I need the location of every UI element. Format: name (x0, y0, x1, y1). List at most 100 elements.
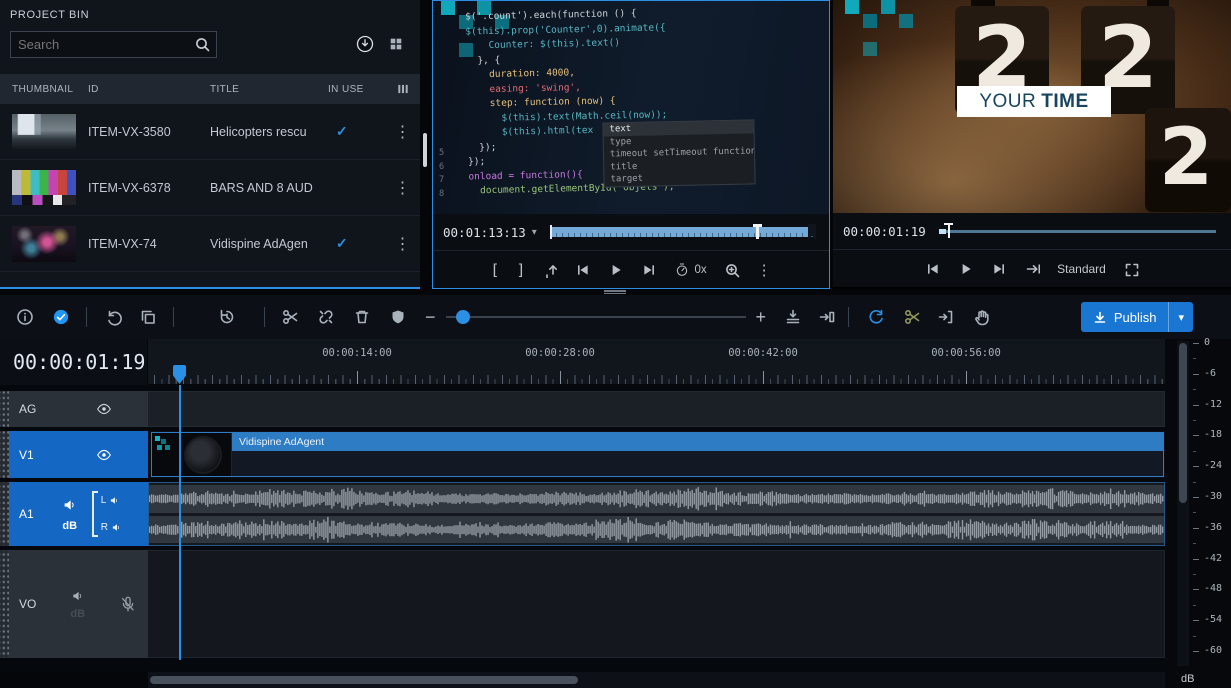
track-a1-header[interactable]: A1 dB L (0, 482, 148, 546)
source-playhead-handle[interactable] (753, 224, 762, 240)
history-restore-icon[interactable] (218, 308, 236, 326)
search-box[interactable] (10, 31, 217, 58)
mark-in-button[interactable]: [ (490, 261, 499, 279)
insert-point-icon[interactable] (937, 308, 955, 326)
play-button[interactable] (958, 261, 974, 277)
info-icon[interactable] (16, 308, 34, 326)
bin-row-helicopters[interactable]: ITEM-VX-3580 Helicopters rescu ✓ ⋮ (0, 104, 420, 160)
skip-next-button[interactable] (641, 262, 657, 278)
column-title[interactable]: TITLE (210, 84, 328, 95)
db-value-label: -54 (1204, 614, 1222, 625)
program-playhead-handle[interactable] (944, 223, 953, 239)
microphone-muted-icon[interactable] (118, 594, 138, 614)
publish-dropdown-caret[interactable]: ▾ (1168, 302, 1193, 332)
import-circle-icon[interactable] (355, 34, 375, 54)
zoom-slider-knob[interactable] (456, 310, 470, 324)
bin-scrollbar[interactable] (420, 0, 432, 289)
track-a1: A1 dB L (0, 482, 1165, 546)
channel-right[interactable]: R (101, 522, 122, 533)
visibility-eye-icon[interactable] (96, 447, 112, 463)
drag-handle-icon[interactable] (0, 482, 9, 546)
db-button[interactable]: dB (62, 520, 77, 532)
bin-row-bars[interactable]: ITEM-VX-6378 BARS AND 8 AUD ⋮ (0, 160, 420, 216)
db-button[interactable]: dB (70, 608, 85, 620)
track-v1-header[interactable]: V1 (0, 431, 148, 478)
insert-clip-icon[interactable] (784, 308, 802, 326)
delete-icon[interactable] (353, 308, 371, 326)
drag-handle-icon[interactable] (0, 391, 9, 427)
razor-disabled-icon[interactable] (903, 308, 921, 326)
check-circle-icon[interactable] (52, 308, 70, 326)
track-v1: V1 Vidispine AdAgent (0, 431, 1165, 478)
vertical-scrollbar[interactable] (1177, 341, 1189, 666)
bin-scrollbar-thumb[interactable] (423, 133, 427, 167)
track-a1-lane[interactable] (148, 482, 1165, 546)
playback-speed-button[interactable]: 0x (674, 262, 706, 278)
skip-previous-button[interactable] (925, 261, 941, 277)
zoom-in-icon[interactable] (724, 262, 740, 278)
publish-main[interactable]: Publish (1081, 310, 1169, 325)
zoom-in-button[interactable]: + (756, 308, 767, 326)
track-vo-lane[interactable] (148, 550, 1165, 658)
skip-next-button[interactable] (991, 261, 1007, 277)
speaker-icon[interactable] (62, 497, 78, 513)
program-scrub-bar[interactable] (939, 230, 1216, 233)
db-tick (1193, 620, 1199, 621)
row-menu-icon[interactable]: ⋮ (385, 234, 420, 254)
ruler-major-tick (560, 371, 561, 384)
player-menu-icon[interactable]: ⋮ (757, 261, 772, 279)
unlink-icon[interactable] (317, 308, 335, 326)
speaker-icon[interactable] (71, 589, 85, 603)
fullscreen-icon[interactable] (1123, 261, 1139, 277)
zoom-out-button[interactable]: − (425, 308, 436, 326)
track-ag-header[interactable]: AG (0, 391, 148, 427)
publish-button[interactable]: Publish ▾ (1081, 302, 1193, 332)
search-input[interactable] (18, 37, 194, 52)
playhead-marker[interactable] (173, 365, 186, 384)
source-video[interactable]: $('.count').each(function () {$(this).pr… (433, 1, 829, 214)
skip-previous-button[interactable] (575, 262, 591, 278)
horizontal-scrollbar-thumb[interactable] (150, 676, 578, 684)
ripple-mode-icon[interactable] (867, 308, 885, 326)
grid-view-icon[interactable] (388, 36, 404, 52)
columns-settings-icon[interactable] (385, 82, 420, 96)
go-to-end-button[interactable] (1024, 261, 1040, 277)
overwrite-clip-icon[interactable] (818, 308, 836, 326)
row-menu-icon[interactable]: ⋮ (385, 178, 420, 198)
scissors-icon[interactable] (281, 308, 299, 326)
timecode-chevron-down-icon[interactable]: ▾ (532, 227, 537, 238)
horizontal-scrollbar[interactable] (148, 672, 1165, 688)
db-tick (1193, 466, 1199, 467)
in-point-marker (550, 225, 553, 239)
timeline-ruler[interactable]: 00:00:14:0000:00:28:0000:00:42:0000:00:5… (148, 339, 1165, 385)
waveform-right (149, 516, 1164, 544)
bin-row-adagent[interactable]: ITEM-VX-74 Vidispine AdAgen ✓ ⋮ (0, 216, 420, 272)
channel-left[interactable]: L (101, 495, 122, 506)
column-thumbnail[interactable]: THUMBNAIL (0, 84, 88, 95)
hand-tool-icon[interactable] (973, 308, 991, 326)
mark-out-button[interactable]: ] (516, 261, 525, 279)
watermark-squares (845, 0, 859, 14)
source-scrub-bar[interactable] (550, 227, 814, 237)
row-menu-icon[interactable]: ⋮ (385, 122, 420, 142)
program-video[interactable]: 2 2 2 9 YOUR TIME (833, 0, 1231, 213)
undo-icon[interactable] (105, 308, 123, 326)
play-button[interactable] (608, 262, 624, 278)
export-frame-button[interactable] (542, 262, 558, 278)
track-v1-lane[interactable]: Vidispine AdAgent (148, 431, 1165, 478)
vertical-scrollbar-thumb[interactable] (1179, 343, 1187, 503)
timeline-zoom-slider[interactable] (446, 316, 746, 318)
drag-handle-icon[interactable] (0, 431, 9, 478)
visibility-eye-icon[interactable] (96, 401, 112, 417)
drag-handle-icon[interactable] (0, 550, 9, 658)
track-ag-lane[interactable] (148, 391, 1165, 427)
track-vo-header[interactable]: VO dB (0, 550, 148, 658)
db-value-label: -60 (1204, 645, 1222, 656)
marker-shield-icon[interactable] (389, 308, 407, 326)
video-clip[interactable]: Vidispine AdAgent (151, 432, 1164, 477)
duplicate-layers-icon[interactable] (139, 308, 157, 326)
column-in-use[interactable]: IN USE (328, 84, 385, 95)
track-name: AG (19, 402, 36, 416)
quality-selector[interactable]: Standard (1057, 262, 1106, 276)
column-id[interactable]: ID (88, 84, 210, 95)
